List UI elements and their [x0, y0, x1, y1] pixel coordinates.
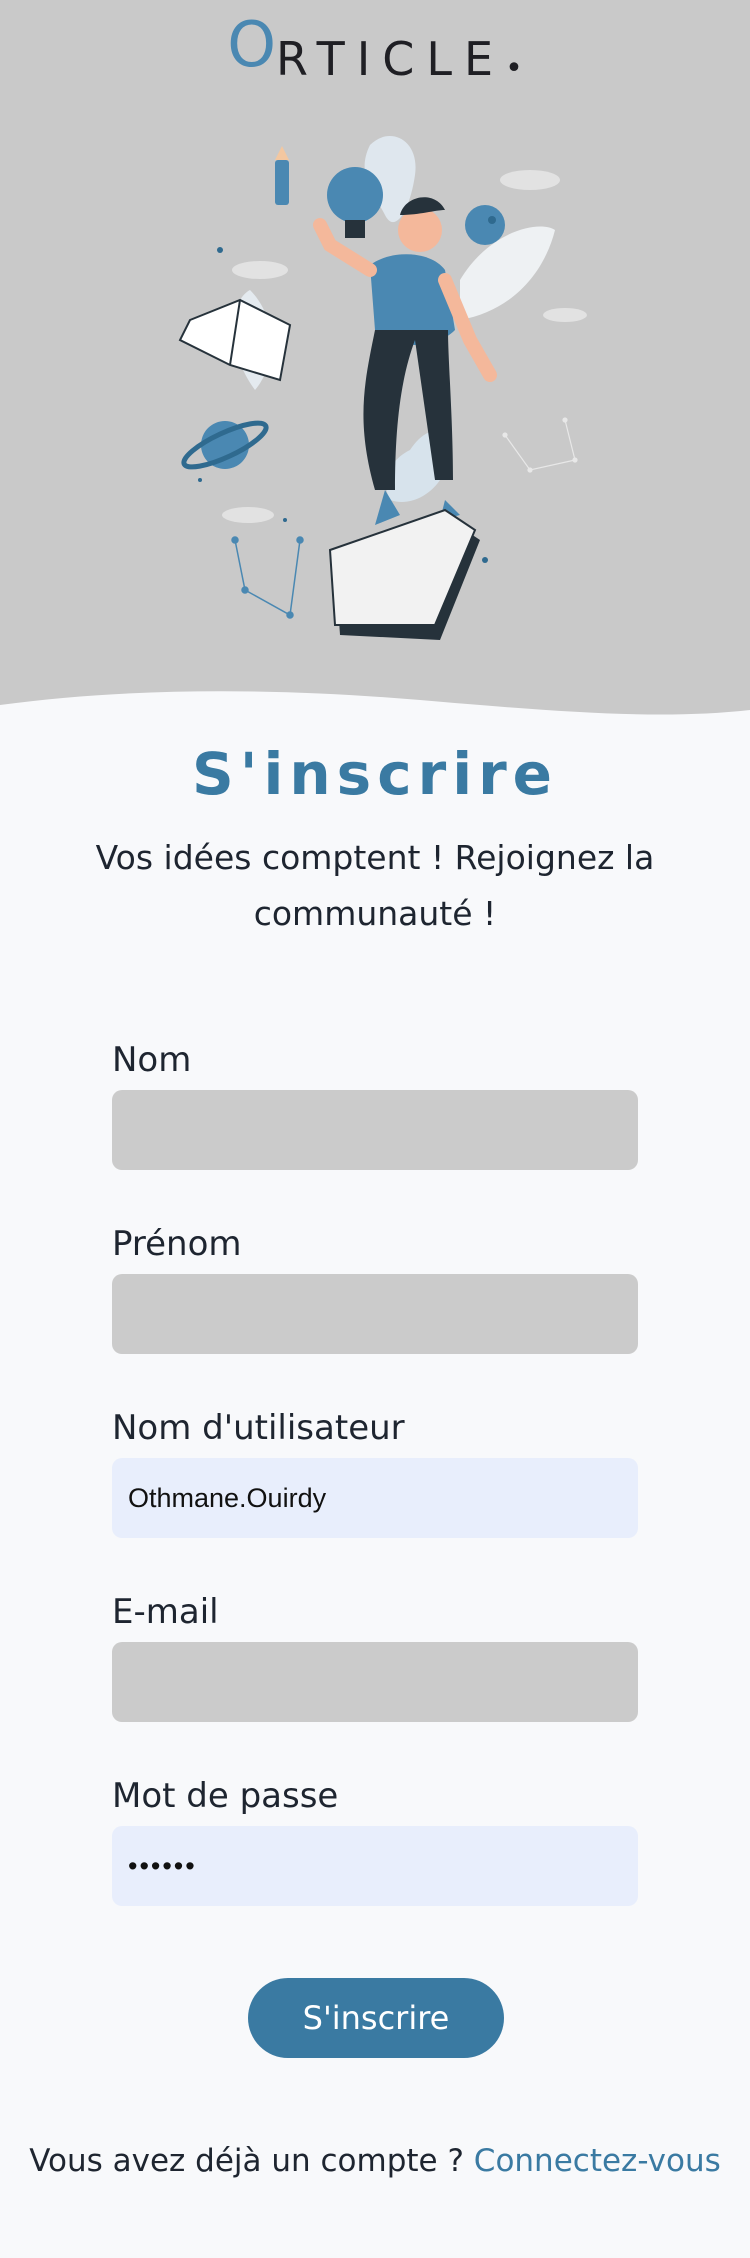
login-prompt-text: Vous avez déjà un compte ?: [29, 2143, 464, 2179]
hero-banner: ORTICLE•: [0, 0, 750, 720]
signup-button[interactable]: S'inscrire: [248, 1978, 504, 2058]
saturn-icon: [181, 420, 269, 470]
prenom-field[interactable]: [112, 1274, 638, 1354]
cloud-shape: [222, 507, 274, 523]
planet-icon: [465, 205, 505, 245]
password-field[interactable]: [112, 1826, 638, 1906]
logo-dot: •: [505, 51, 523, 86]
lightbulb-icon: [327, 167, 383, 238]
prenom-label: Prénom: [112, 1224, 242, 1264]
password-label: Mot de passe: [112, 1776, 339, 1816]
page-title: S'inscrire: [191, 740, 559, 808]
email-field[interactable]: [112, 1642, 638, 1722]
nom-field[interactable]: [112, 1090, 638, 1170]
cloud-shape: [500, 170, 560, 190]
cloud-shape: [543, 308, 587, 322]
username-label: Nom d'utilisateur: [112, 1408, 405, 1448]
nom-label: Nom: [112, 1040, 192, 1080]
username-field[interactable]: [112, 1458, 638, 1538]
cloud-shape: [232, 261, 288, 279]
notepad-icon: [328, 508, 480, 640]
pencil-icon: [275, 146, 289, 205]
logo-initial: O: [227, 8, 276, 81]
constellation-icon: [231, 536, 304, 619]
logo[interactable]: ORTICLE•: [0, 10, 750, 104]
page-subtitle: Vos idées comptent ! Rejoignez la commun…: [95, 838, 655, 933]
constellation-icon: [502, 417, 578, 473]
email-label: E-mail: [112, 1592, 219, 1632]
hero-illustration: [178, 136, 587, 640]
book-icon: [178, 298, 292, 382]
login-prompt: Vous avez déjà un compte ? Connectez-vou…: [0, 2143, 750, 2179]
login-link[interactable]: Connectez-vous: [474, 2143, 721, 2179]
logo-wordmark: RTICLE: [276, 32, 506, 86]
